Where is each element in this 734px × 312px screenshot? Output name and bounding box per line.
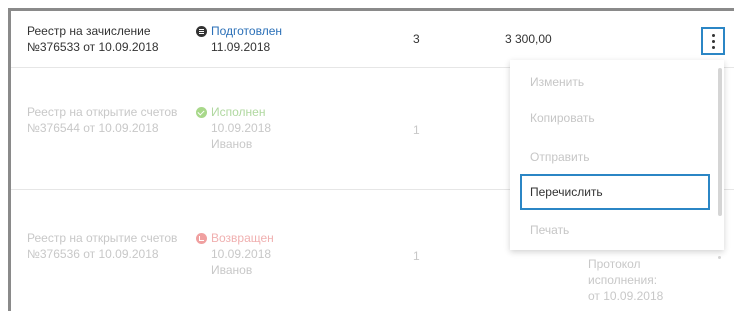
status-date: 10.09.2018 <box>211 247 272 261</box>
status-label[interactable]: Подготовлен <box>211 23 282 39</box>
menu-item-print[interactable]: Печать <box>520 212 710 248</box>
more-actions-button[interactable] <box>701 27 725 55</box>
registry-title: Реестр на открытие счетов №376536 от 10.… <box>27 230 177 262</box>
menu-item-send[interactable]: Отправить <box>520 139 710 175</box>
registry-number: №376533 от 10.09.2018 <box>27 40 159 54</box>
row-dot-indicator <box>718 256 721 259</box>
registry-name: Реестр на зачисление <box>27 24 151 38</box>
status-label: Возвращен <box>211 231 274 245</box>
registry-name: Реестр на открытие счетов <box>27 105 178 119</box>
status-cell: Возвращен 10.09.2018 Иванов <box>196 230 274 278</box>
status-user: Иванов <box>211 137 253 151</box>
protocol-date: от 10.09.2018 <box>588 289 664 303</box>
item-count: 3 <box>413 32 420 46</box>
status-date: 10.09.2018 <box>211 121 272 135</box>
return-icon <box>196 232 207 244</box>
amount: 3 300,00 <box>505 32 552 46</box>
actions-menu: Изменить Копировать Отправить Перечислит… <box>510 60 724 250</box>
check-circle-icon <box>196 106 207 118</box>
document-icon <box>196 25 207 37</box>
menu-item-transfer[interactable]: Перечислить <box>520 174 710 210</box>
registry-title: Реестр на открытие счетов №376544 от 10.… <box>27 104 177 136</box>
protocol-label: Протокол <box>588 257 641 271</box>
registry-number: №376544 от 10.09.2018 <box>27 121 159 135</box>
item-count: 1 <box>413 249 420 263</box>
registry-number: №376536 от 10.09.2018 <box>27 247 159 261</box>
registry-title: Реестр на зачисление №376533 от 10.09.20… <box>27 23 159 55</box>
protocol-link[interactable]: Протокол исполнения: от 10.09.2018 <box>588 256 663 304</box>
registry-list-panel: Реестр на зачисление №376533 от 10.09.20… <box>0 0 734 311</box>
menu-scrollbar[interactable] <box>718 68 722 216</box>
table-row[interactable]: Реестр на зачисление №376533 от 10.09.20… <box>11 11 734 67</box>
protocol-label: исполнения: <box>588 273 658 287</box>
menu-item-edit[interactable]: Изменить <box>520 64 710 100</box>
status-user: Иванов <box>211 263 253 277</box>
item-count: 1 <box>413 123 420 137</box>
status-label: Исполнен <box>211 105 266 119</box>
status-cell: Подготовлен 11.09.2018 <box>196 23 282 55</box>
more-vertical-icon <box>711 32 715 50</box>
registry-name: Реестр на открытие счетов <box>27 231 178 245</box>
menu-item-copy[interactable]: Копировать <box>520 100 710 136</box>
status-date: 11.09.2018 <box>211 40 271 54</box>
status-cell: Исполнен 10.09.2018 Иванов <box>196 104 271 152</box>
